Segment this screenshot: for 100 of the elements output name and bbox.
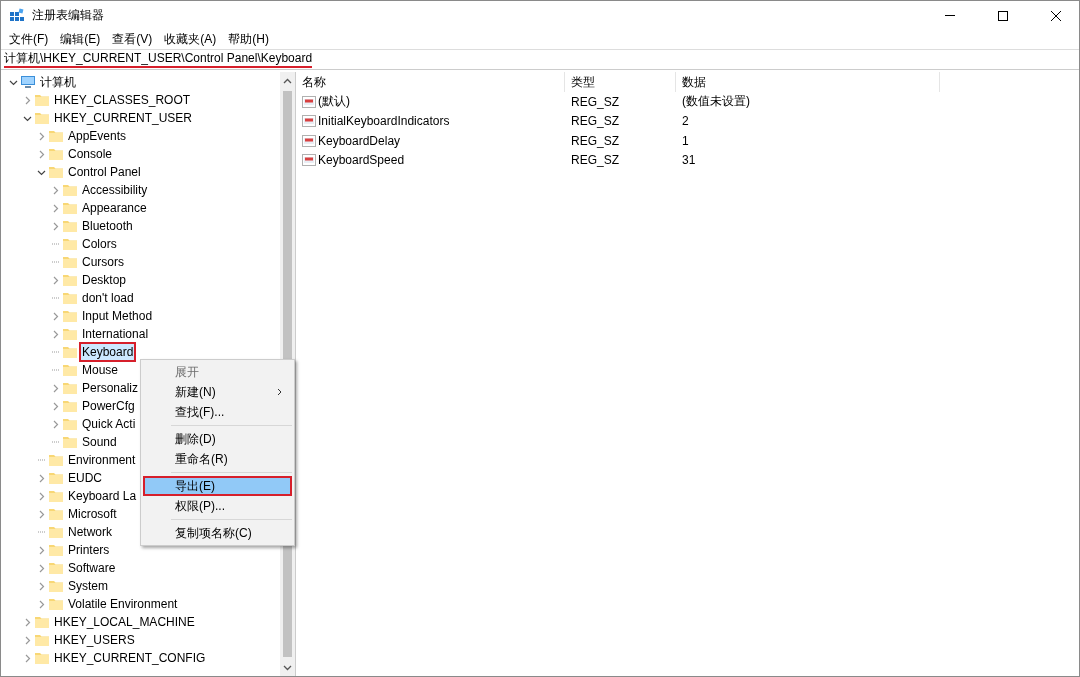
- context-menu-item[interactable]: 删除(D): [143, 429, 292, 449]
- tree-item[interactable]: Environment: [65, 450, 139, 470]
- folder-icon: [62, 326, 78, 342]
- folder-icon: [48, 560, 64, 576]
- folder-icon: [48, 596, 64, 612]
- folder-icon: [48, 470, 64, 486]
- folder-icon: [48, 452, 64, 468]
- folder-icon: [48, 524, 64, 540]
- tree-item[interactable]: HKEY_CURRENT_USER: [51, 108, 196, 128]
- computer-icon: [20, 74, 36, 90]
- tree-item[interactable]: Quick Acti: [79, 414, 139, 434]
- tree-item[interactable]: Personaliz: [79, 378, 142, 398]
- menu-item[interactable]: 帮助(H): [222, 31, 275, 48]
- tree-item[interactable]: Desktop: [79, 270, 130, 290]
- registry-icon: [9, 7, 25, 24]
- tree-line-icon: [51, 351, 60, 353]
- column-header[interactable]: 类型: [565, 72, 676, 92]
- folder-icon: [48, 488, 64, 504]
- context-menu-item[interactable]: 导出(E): [143, 476, 292, 496]
- tree-item[interactable]: Software: [65, 558, 119, 578]
- maximize-icon[interactable]: [998, 10, 1008, 21]
- tree-item[interactable]: don't load: [79, 288, 137, 308]
- window-title: 注册表编辑器: [32, 7, 104, 24]
- string-value-icon: [302, 133, 316, 148]
- folder-icon: [62, 200, 78, 216]
- tree-item[interactable]: Appearance: [79, 198, 150, 218]
- tree-item[interactable]: Console: [65, 144, 116, 164]
- folder-icon: [62, 236, 78, 252]
- tree-item[interactable]: Bluetooth: [79, 216, 136, 236]
- folder-icon: [48, 506, 64, 522]
- tree-item[interactable]: Microsoft: [65, 504, 120, 524]
- value-name: (默认): [318, 93, 350, 111]
- tree-item[interactable]: Keyboard La: [65, 486, 140, 506]
- tree-item[interactable]: Cursors: [79, 252, 127, 272]
- context-menu-item[interactable]: 查找(F)...: [143, 402, 292, 422]
- close-icon[interactable]: [1051, 10, 1061, 21]
- string-value-icon: [302, 114, 316, 129]
- scroll-up-icon[interactable]: [283, 77, 292, 84]
- string-value-icon: [302, 94, 316, 109]
- folder-icon: [62, 398, 78, 414]
- folder-icon: [62, 272, 78, 288]
- tree-item[interactable]: HKEY_CURRENT_CONFIG: [51, 648, 209, 668]
- tree-item[interactable]: Keyboard: [79, 342, 137, 362]
- value-name: KeyboardSpeed: [318, 153, 405, 168]
- value-type: REG_SZ: [571, 114, 619, 129]
- tree-item[interactable]: PowerCfg: [79, 396, 138, 416]
- tree-item[interactable]: Mouse: [79, 360, 122, 380]
- value-data: (数值未设置): [682, 93, 750, 111]
- folder-icon: [62, 254, 78, 270]
- value-data: 31: [682, 153, 696, 168]
- tree-item[interactable]: Input Method: [79, 306, 156, 326]
- tree-line-icon: [51, 297, 60, 299]
- folder-icon: [48, 542, 64, 558]
- folder-icon: [62, 308, 78, 324]
- scroll-down-icon[interactable]: [283, 664, 292, 671]
- tree-item[interactable]: Network: [65, 522, 115, 542]
- value-name: KeyboardDelay: [318, 133, 401, 148]
- tree-item[interactable]: EUDC: [65, 468, 105, 488]
- tree-item[interactable]: 计算机: [37, 72, 79, 92]
- folder-icon: [34, 650, 50, 666]
- folder-icon: [34, 92, 50, 108]
- folder-icon: [62, 380, 78, 396]
- tree-line-icon: [51, 369, 60, 371]
- value-data: 2: [682, 114, 689, 129]
- folder-icon: [62, 218, 78, 234]
- value-type: REG_SZ: [571, 94, 619, 109]
- folder-icon: [62, 416, 78, 432]
- tree-item[interactable]: HKEY_LOCAL_MACHINE: [51, 612, 198, 632]
- folder-icon: [62, 182, 78, 198]
- tree-item[interactable]: HKEY_USERS: [51, 630, 138, 650]
- tree-item[interactable]: Control Panel: [65, 162, 144, 182]
- context-menu-item[interactable]: 新建(N): [143, 382, 292, 402]
- column-header[interactable]: 名称: [296, 72, 565, 92]
- folder-icon: [34, 614, 50, 630]
- tree-item[interactable]: Volatile Environment: [65, 594, 181, 614]
- tree-item[interactable]: AppEvents: [65, 126, 130, 146]
- tree-line-icon: [51, 243, 60, 245]
- address-field[interactable]: 计算机\HKEY_CURRENT_USER\Control Panel\Keyboard: [4, 51, 313, 68]
- tree-item[interactable]: HKEY_CLASSES_ROOT: [51, 90, 194, 110]
- menu-item[interactable]: 编辑(E): [54, 31, 107, 48]
- context-menu-item[interactable]: 权限(P)...: [143, 496, 292, 516]
- menu-item[interactable]: 文件(F): [3, 31, 55, 48]
- tree-line-icon: [51, 441, 60, 443]
- tree-item[interactable]: Accessibility: [79, 180, 151, 200]
- folder-icon: [34, 110, 50, 126]
- context-menu-item[interactable]: 重命名(R): [143, 449, 292, 469]
- column-header[interactable]: 数据: [676, 72, 940, 92]
- tree-item[interactable]: International: [79, 324, 152, 344]
- context-menu-item[interactable]: 复制项名称(C): [143, 523, 292, 543]
- folder-icon: [48, 146, 64, 162]
- tree-item[interactable]: Printers: [65, 540, 113, 560]
- tree-item[interactable]: Colors: [79, 234, 120, 254]
- folder-icon: [48, 128, 64, 144]
- string-value-icon: [302, 153, 316, 168]
- menu-item[interactable]: 查看(V): [106, 31, 159, 48]
- folder-icon: [62, 434, 78, 450]
- tree-item[interactable]: System: [65, 576, 111, 596]
- menu-item[interactable]: 收藏夹(A): [158, 31, 223, 48]
- tree-line-icon: [51, 261, 60, 263]
- tree-item[interactable]: Sound: [79, 432, 120, 452]
